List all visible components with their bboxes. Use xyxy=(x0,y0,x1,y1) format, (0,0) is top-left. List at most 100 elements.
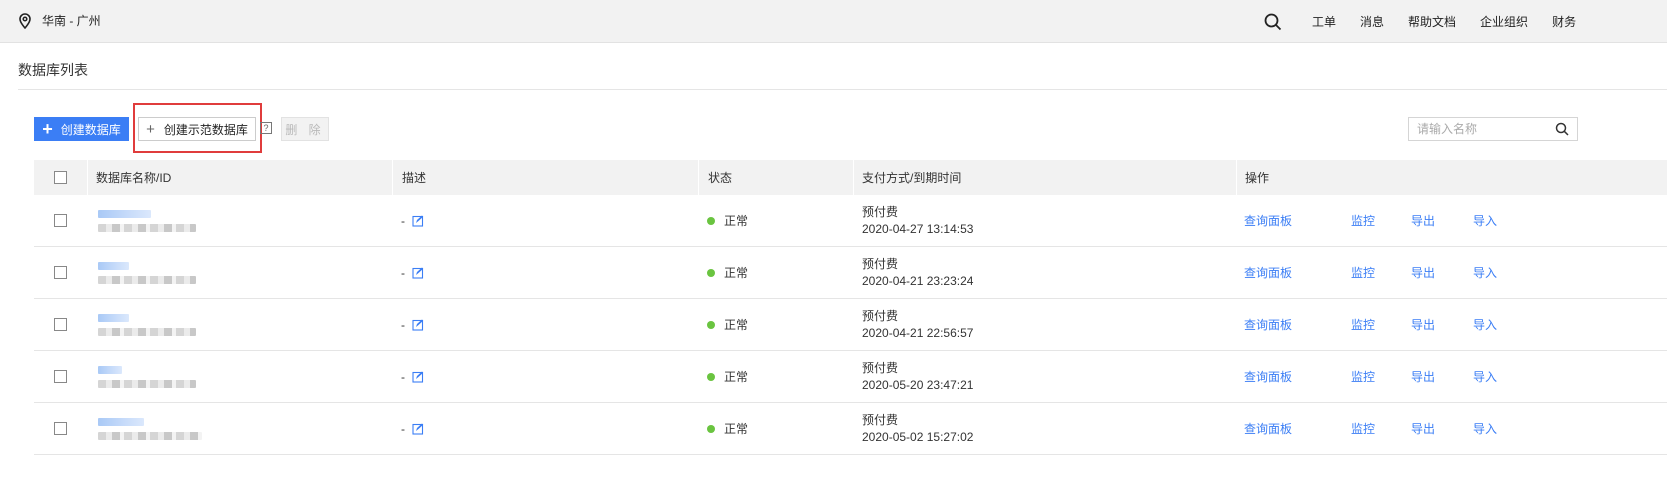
nav-ticket[interactable]: 工单 xyxy=(1312,13,1336,30)
desc-text: - xyxy=(401,213,405,228)
delete-button[interactable]: 删 除 xyxy=(281,117,329,141)
region-selector[interactable]: 华南 - 广州 xyxy=(18,12,101,29)
desc-cell: - xyxy=(401,403,424,454)
column-divider xyxy=(392,160,393,195)
nav-finance[interactable]: 财务 xyxy=(1552,13,1576,30)
column-divider xyxy=(1236,160,1237,195)
status-dot xyxy=(707,268,715,277)
row-select-cell xyxy=(54,403,67,454)
status-cell: 正常 xyxy=(707,351,748,402)
expire-time: 2020-04-27 13:14:53 xyxy=(862,221,974,236)
desc-text: - xyxy=(401,421,405,436)
payment-cell: 预付费 2020-04-27 13:14:53 xyxy=(862,195,973,246)
divider xyxy=(18,89,1667,90)
create-demo-database-label: 创建示范数据库 xyxy=(163,122,248,137)
edit-icon[interactable] xyxy=(412,319,424,331)
header-name: 数据库名称/ID xyxy=(96,171,172,185)
create-demo-database-button[interactable]: + 创建示范数据库 xyxy=(138,117,256,141)
db-name-id-redacted[interactable] xyxy=(98,365,196,388)
redacted-id xyxy=(98,431,202,440)
desc-text: - xyxy=(401,369,405,384)
import-link[interactable]: 导入 xyxy=(1473,247,1497,298)
db-name-id-redacted[interactable] xyxy=(98,417,202,440)
plus-icon: + xyxy=(42,119,53,139)
import-link[interactable]: 导入 xyxy=(1473,403,1497,454)
create-database-label: 创建数据库 xyxy=(60,122,121,137)
status-cell: 正常 xyxy=(707,403,748,454)
expire-time: 2020-05-02 15:27:02 xyxy=(862,429,974,444)
row-select-cell xyxy=(54,247,67,298)
export-link[interactable]: 导出 xyxy=(1411,351,1435,402)
export-link[interactable]: 导出 xyxy=(1411,247,1435,298)
import-link[interactable]: 导入 xyxy=(1473,299,1497,350)
edit-icon[interactable] xyxy=(412,371,424,383)
table-row: - 正常 预付费 2020-04-21 22:56:57 查询面板 监控 导出 导… xyxy=(34,299,1667,351)
status-dot xyxy=(707,372,715,381)
search-icon[interactable] xyxy=(1555,122,1569,136)
pay-type: 预付费 xyxy=(862,256,899,271)
expire-time: 2020-04-21 22:56:57 xyxy=(862,325,974,340)
monitor-link[interactable]: 监控 xyxy=(1351,351,1375,402)
search-input[interactable] xyxy=(1409,118,1549,140)
monitor-link[interactable]: 监控 xyxy=(1351,195,1375,246)
pay-type: 预付费 xyxy=(862,412,899,427)
row-checkbox[interactable] xyxy=(54,266,67,279)
search-icon[interactable] xyxy=(1264,13,1282,31)
redacted-id xyxy=(98,379,196,388)
redacted-id xyxy=(98,327,196,336)
row-checkbox[interactable] xyxy=(54,422,67,435)
status-dot xyxy=(707,216,715,225)
query-panel-link[interactable]: 查询面板 xyxy=(1244,403,1292,454)
import-link[interactable]: 导入 xyxy=(1473,351,1497,402)
status-text: 正常 xyxy=(724,318,749,332)
nav-enterprise-org[interactable]: 企业组织 xyxy=(1480,13,1528,30)
row-select-cell xyxy=(54,351,67,402)
row-checkbox[interactable] xyxy=(54,214,67,227)
redacted-name xyxy=(98,209,151,218)
query-panel-link[interactable]: 查询面板 xyxy=(1244,195,1292,246)
header-status: 状态 xyxy=(708,171,733,185)
redacted-name xyxy=(98,261,129,270)
payment-cell: 预付费 2020-05-02 15:27:02 xyxy=(862,403,973,454)
export-link[interactable]: 导出 xyxy=(1411,195,1435,246)
import-link[interactable]: 导入 xyxy=(1473,195,1497,246)
monitor-link[interactable]: 监控 xyxy=(1351,247,1375,298)
create-database-button[interactable]: + 创建数据库 xyxy=(34,117,129,141)
monitor-link[interactable]: 监控 xyxy=(1351,299,1375,350)
db-name-id-redacted[interactable] xyxy=(98,209,196,232)
redacted-id xyxy=(98,223,196,232)
plus-icon: + xyxy=(146,120,155,138)
export-link[interactable]: 导出 xyxy=(1411,299,1435,350)
status-dot xyxy=(707,424,715,433)
db-name-id-redacted[interactable] xyxy=(98,261,196,284)
nav-help-docs[interactable]: 帮助文档 xyxy=(1408,13,1456,30)
expire-time: 2020-04-21 23:23:24 xyxy=(862,273,974,288)
query-panel-link[interactable]: 查询面板 xyxy=(1244,299,1292,350)
edit-icon[interactable] xyxy=(412,267,424,279)
desc-cell: - xyxy=(401,299,424,350)
status-text: 正常 xyxy=(724,214,749,228)
select-all-checkbox[interactable] xyxy=(54,171,67,184)
table-row: - 正常 预付费 2020-04-27 13:14:53 查询面板 监控 导出 导… xyxy=(34,195,1667,247)
desc-cell: - xyxy=(401,247,424,298)
db-name-id-redacted[interactable] xyxy=(98,313,196,336)
pay-type: 预付费 xyxy=(862,360,899,375)
row-checkbox[interactable] xyxy=(54,370,67,383)
status-text: 正常 xyxy=(724,370,749,384)
export-link[interactable]: 导出 xyxy=(1411,403,1435,454)
query-panel-link[interactable]: 查询面板 xyxy=(1244,247,1292,298)
nav-messages[interactable]: 消息 xyxy=(1360,13,1384,30)
status-dot xyxy=(707,320,715,329)
edit-icon[interactable] xyxy=(412,423,424,435)
pay-type: 预付费 xyxy=(862,204,899,219)
edit-icon[interactable] xyxy=(412,215,424,227)
column-divider xyxy=(87,160,88,195)
column-divider xyxy=(853,160,854,195)
select-all-cell xyxy=(54,160,67,195)
db-name-cell xyxy=(98,299,196,350)
query-panel-link[interactable]: 查询面板 xyxy=(1244,351,1292,402)
row-checkbox[interactable] xyxy=(54,318,67,331)
help-icon[interactable]: ? xyxy=(260,122,272,134)
monitor-link[interactable]: 监控 xyxy=(1351,403,1375,454)
status-text: 正常 xyxy=(724,422,749,436)
